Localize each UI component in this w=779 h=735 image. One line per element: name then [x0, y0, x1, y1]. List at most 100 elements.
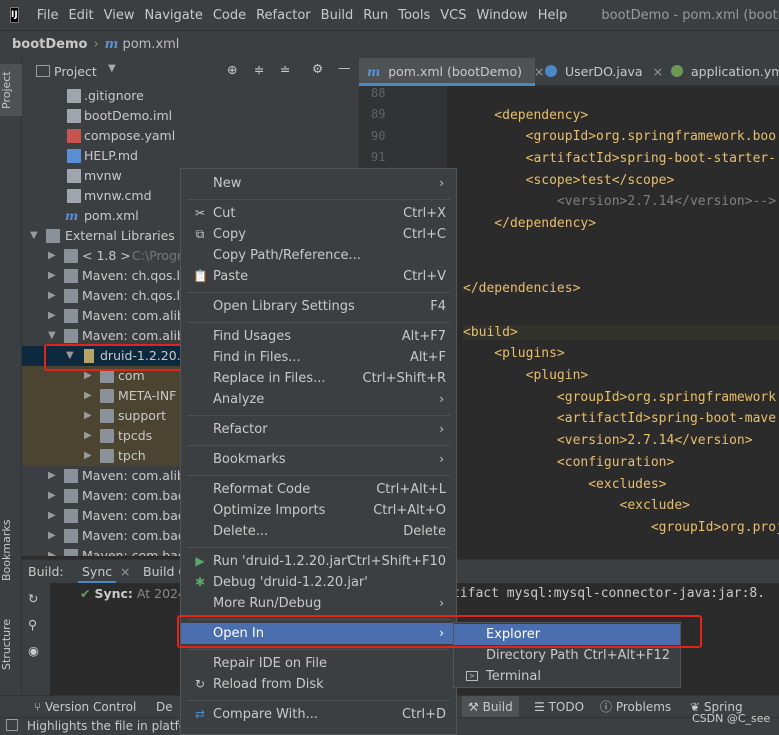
menu-run[interactable]: Run: [363, 8, 388, 23]
tree-item-label: META-INF: [118, 388, 177, 403]
chevron-right-icon[interactable]: ▶: [48, 266, 58, 286]
line-number: 89: [371, 107, 386, 121]
menu-build[interactable]: Build: [321, 8, 354, 23]
tab-problems[interactable]: ⓘ Problems: [600, 696, 671, 718]
menu-window[interactable]: Window: [477, 8, 528, 23]
layout-icon[interactable]: [6, 719, 18, 731]
bookmarks-tool-tab[interactable]: Bookmarks: [0, 518, 22, 582]
menu-tools[interactable]: Tools: [398, 8, 430, 23]
menu-item-run[interactable]: ▶ Run 'druid-1.2.20.jar' Ctrl+Shift+F10: [181, 551, 456, 572]
menu-item-copy-path[interactable]: Copy Path/Reference...: [181, 245, 456, 266]
chevron-right-icon[interactable]: ▶: [84, 386, 94, 406]
tree-item[interactable]: compose.yaml: [22, 126, 359, 146]
collapse-all-icon[interactable]: ≐: [280, 62, 290, 77]
tab-userdo-java[interactable]: UserDO.java ×: [539, 58, 663, 86]
chevron-down-icon[interactable]: ▼: [30, 226, 40, 246]
menu-item-analyze[interactable]: Analyze ›: [181, 389, 456, 410]
tab-label: Version Control: [45, 700, 137, 714]
chevron-down-icon[interactable]: ▼: [48, 326, 58, 346]
project-panel-title[interactable]: Project: [54, 64, 97, 79]
tab-sync[interactable]: Sync: [78, 560, 117, 584]
menu-view[interactable]: View: [104, 8, 135, 23]
menu-edit[interactable]: Edit: [68, 8, 93, 23]
submenu-item-directory-path[interactable]: Directory Path Ctrl+Alt+F12: [454, 645, 680, 666]
tab-label: application.yml: [690, 64, 779, 79]
chevron-right-icon[interactable]: ▶: [48, 526, 58, 546]
tab-todo[interactable]: ☰ TODO: [534, 696, 584, 718]
menu-item-refactor[interactable]: Refactor ›: [181, 419, 456, 440]
menu-navigate[interactable]: Navigate: [145, 8, 203, 23]
code-editor[interactable]: <dependency> <groupId>org.springframewor…: [447, 86, 779, 551]
chevron-right-icon[interactable]: ▶: [84, 446, 94, 466]
project-tool-tab[interactable]: Project: [0, 64, 22, 116]
menu-item-label: Terminal: [486, 669, 541, 684]
menu-item-delete[interactable]: Delete... Delete: [181, 521, 456, 542]
chevron-right-icon[interactable]: ▶: [48, 246, 58, 266]
tree-item-label: tpcds: [118, 428, 153, 443]
chevron-right-icon[interactable]: ▶: [48, 486, 58, 506]
tree-item[interactable]: .gitignore: [22, 86, 359, 106]
pin-icon[interactable]: ⚲: [28, 617, 37, 632]
reload-icon: ↻: [194, 677, 206, 691]
menu-item-cut[interactable]: ✂ Cut Ctrl+X: [181, 203, 456, 224]
menu-item-find-usages[interactable]: Find Usages Alt+F7: [181, 326, 456, 347]
menu-item-label: Find in Files...: [213, 350, 301, 365]
code-line: <artifactId>spring-boot-mave: [463, 411, 777, 426]
menu-item-copy[interactable]: ⧉ Copy Ctrl+C: [181, 224, 456, 245]
expand-all-icon[interactable]: ≑: [254, 62, 264, 77]
menu-item-bookmarks[interactable]: Bookmarks ›: [181, 449, 456, 470]
tab-application-yml[interactable]: application.yml: [665, 58, 779, 86]
code-line: <excludes>: [463, 477, 667, 492]
tree-item[interactable]: bootDemo.iml: [22, 106, 359, 126]
chevron-down-icon[interactable]: ▼: [108, 63, 116, 74]
submenu-item-terminal[interactable]: > Terminal: [454, 666, 680, 687]
code-line: <dependency>: [463, 108, 589, 123]
refresh-icon[interactable]: ↻: [28, 591, 38, 606]
locate-icon[interactable]: ⊕: [227, 62, 237, 77]
breadcrumb-project[interactable]: bootDemo: [12, 37, 87, 52]
tree-item[interactable]: HELP.md: [22, 146, 359, 166]
menu-file[interactable]: File: [37, 8, 59, 23]
menu-vcs[interactable]: VCS: [440, 8, 466, 23]
tab-version-control[interactable]: ⑂ Version Control: [34, 696, 136, 718]
minimize-icon[interactable]: —: [338, 60, 351, 75]
eye-icon[interactable]: ◉: [28, 643, 39, 658]
menu-item-label: Find Usages: [213, 329, 292, 344]
menu-item-reformat-code[interactable]: Reformat Code Ctrl+Alt+L: [181, 479, 456, 500]
library-icon: [64, 289, 78, 303]
menu-item-repair-ide[interactable]: Repair IDE on File: [181, 653, 456, 674]
folder-icon: [100, 389, 114, 403]
menu-code[interactable]: Code: [213, 8, 246, 23]
chevron-right-icon[interactable]: ▶: [48, 466, 58, 486]
menu-item-new[interactable]: New ›: [181, 173, 456, 194]
chevron-right-icon[interactable]: ▶: [48, 306, 58, 326]
menu-item-paste[interactable]: 📋 Paste Ctrl+V: [181, 266, 456, 287]
menu-item-optimize-imports[interactable]: Optimize Imports Ctrl+Alt+O: [181, 500, 456, 521]
chevron-right-icon[interactable]: ▶: [84, 426, 94, 446]
menu-item-open-library-settings[interactable]: Open Library Settings F4: [181, 296, 456, 317]
chevron-right-icon[interactable]: ▶: [48, 506, 58, 526]
structure-tool-tab[interactable]: Structure: [0, 616, 22, 672]
chevron-right-icon[interactable]: ▶: [84, 406, 94, 426]
menu-item-compare-with[interactable]: ⇄ Compare With... Ctrl+D: [181, 704, 456, 725]
tab-build[interactable]: ⚒ Build: [462, 696, 519, 718]
menu-item-replace-in-files[interactable]: Replace in Files... Ctrl+Shift+R: [181, 368, 456, 389]
chevron-right-icon[interactable]: ▶: [48, 286, 58, 306]
tab-pom-xml[interactable]: m pom.xml (bootDemo) ×: [359, 58, 544, 86]
menu-help[interactable]: Help: [538, 8, 568, 23]
breadcrumb-file[interactable]: pom.xml: [122, 37, 179, 52]
close-icon[interactable]: ×: [120, 564, 130, 579]
compare-icon: ⇄: [194, 707, 206, 721]
gear-icon[interactable]: ⚙: [312, 61, 323, 76]
close-icon[interactable]: ×: [653, 64, 663, 79]
menu-refactor[interactable]: Refactor: [256, 8, 311, 23]
copy-icon: ⧉: [195, 227, 205, 241]
menu-item-debug[interactable]: ✱ Debug 'druid-1.2.20.jar': [181, 572, 456, 593]
menu-item-find-in-files[interactable]: Find in Files... Alt+F: [181, 347, 456, 368]
class-icon: [545, 65, 557, 77]
menu-item-reload-from-disk[interactable]: ↻ Reload from Disk: [181, 674, 456, 695]
menu-item-more-run-debug[interactable]: More Run/Debug ›: [181, 593, 456, 614]
chevron-right-icon[interactable]: ▶: [48, 546, 58, 556]
menu-item-shortcut: Alt+F: [410, 350, 446, 365]
tab-debug[interactable]: De: [156, 696, 173, 718]
